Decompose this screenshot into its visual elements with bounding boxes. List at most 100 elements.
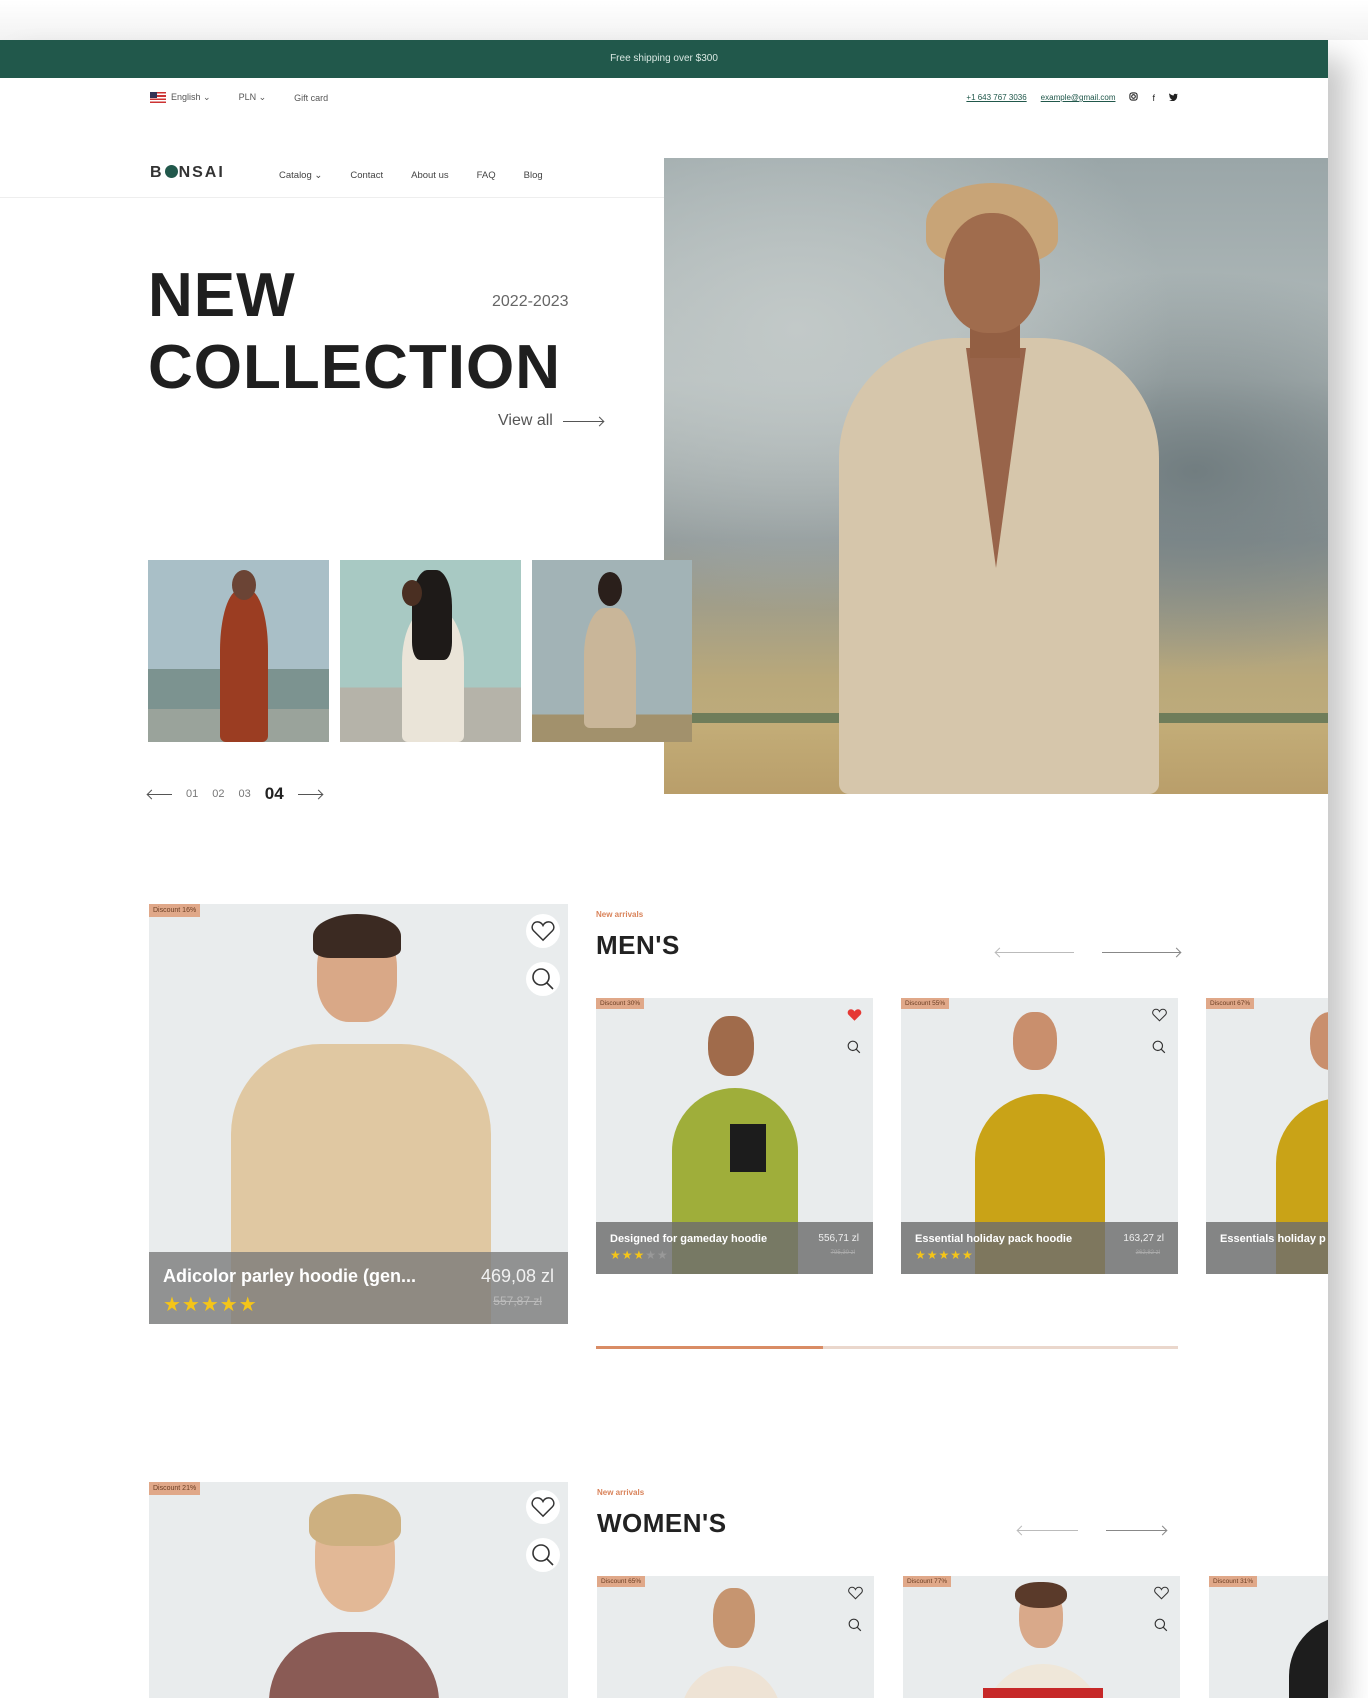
card-1-face bbox=[708, 1016, 754, 1076]
pager-page-4[interactable]: 04 bbox=[265, 784, 284, 804]
womens-prev-arrow-icon[interactable] bbox=[1018, 1530, 1078, 1531]
product-old-price: 795,30 zl bbox=[830, 1250, 855, 1256]
thumb-3-head bbox=[598, 572, 622, 606]
wishlist-heart-icon[interactable] bbox=[1150, 1006, 1168, 1024]
hero-year: 2022-2023 bbox=[492, 293, 569, 310]
quick-view-icon[interactable] bbox=[1152, 1616, 1170, 1634]
womens-next-arrow-icon[interactable] bbox=[1106, 1530, 1166, 1531]
nav-catalog[interactable]: Catalog ⌄ bbox=[279, 170, 322, 181]
hero-pager: 01 02 03 04 bbox=[148, 784, 322, 804]
logo-leaf-icon bbox=[164, 165, 178, 178]
gift-card-link[interactable]: Gift card bbox=[294, 93, 328, 103]
wishlist-heart-icon[interactable] bbox=[526, 914, 560, 948]
phone-link[interactable]: +1 643 767 3036 bbox=[966, 93, 1026, 102]
womens-product-card-1[interactable]: Discount 65% bbox=[597, 1576, 874, 1698]
logo-part-right: NSAI bbox=[178, 164, 225, 181]
instagram-icon[interactable] bbox=[1129, 92, 1139, 103]
product-name[interactable]: Adicolor parley hoodie (gen... bbox=[163, 1266, 453, 1287]
mens-kicker: New arrivals bbox=[596, 910, 644, 919]
top-backdrop bbox=[0, 0, 1368, 40]
quick-view-icon[interactable] bbox=[1150, 1038, 1168, 1056]
womens-feature-jacket bbox=[269, 1632, 439, 1698]
currency-selector[interactable]: PLN ⌄ bbox=[239, 92, 267, 103]
wcard-2-stripe bbox=[983, 1688, 1103, 1698]
wcard-1-face bbox=[713, 1588, 755, 1648]
bonsai-logo[interactable]: B NSAI bbox=[150, 164, 225, 182]
wcard-3-jacket bbox=[1289, 1616, 1328, 1698]
view-all-link[interactable]: View all bbox=[498, 412, 603, 430]
womens-product-card-2[interactable]: Discount 77% bbox=[903, 1576, 1180, 1698]
view-all-label: View all bbox=[498, 412, 553, 429]
mens-next-arrow-icon[interactable] bbox=[1102, 952, 1180, 953]
wishlist-heart-filled-icon[interactable] bbox=[845, 1006, 863, 1024]
mens-title: MEN'S bbox=[596, 930, 680, 960]
language-label: English bbox=[171, 92, 201, 102]
announcement-bar: Free shipping over $300 bbox=[0, 40, 1328, 78]
discount-badge: Discount 67% bbox=[1206, 998, 1255, 1009]
womens-title: WOMEN'S bbox=[597, 1508, 727, 1538]
pager-prev-icon[interactable] bbox=[148, 793, 172, 795]
pager-page-3[interactable]: 03 bbox=[239, 788, 251, 800]
discount-badge: Discount 16% bbox=[149, 904, 201, 917]
product-price: 556,71 zl bbox=[818, 1233, 859, 1244]
product-old-price: 557,87 zl bbox=[493, 1294, 542, 1308]
wcard-1-top bbox=[681, 1666, 781, 1698]
womens-feature-hair bbox=[309, 1494, 401, 1546]
card-3-info: Essentials holiday p bbox=[1206, 1222, 1328, 1274]
thumb-1-figure bbox=[220, 590, 268, 742]
quick-view-icon[interactable] bbox=[845, 1038, 863, 1056]
mens-carousel-progress[interactable] bbox=[596, 1346, 1178, 1349]
discount-badge: Discount 77% bbox=[903, 1576, 952, 1587]
wishlist-heart-icon[interactable] bbox=[1152, 1584, 1170, 1602]
product-name[interactable]: Essential holiday pack hoodie bbox=[915, 1233, 1072, 1245]
hero-image bbox=[664, 158, 1328, 794]
rating-stars: ★★★★★ bbox=[163, 1294, 258, 1316]
pager-page-1[interactable]: 01 bbox=[186, 788, 198, 800]
mens-product-card-1[interactable]: Discount 30% Designed for gameday hoodie… bbox=[596, 998, 873, 1274]
wishlist-heart-icon[interactable] bbox=[846, 1584, 864, 1602]
pager-next-icon[interactable] bbox=[297, 793, 322, 795]
thumb-2-face bbox=[402, 580, 422, 606]
rating-stars: ★★★★★ bbox=[610, 1248, 669, 1262]
womens-feature-card[interactable]: Discount 21% bbox=[149, 1482, 568, 1698]
product-price: 163,27 zl bbox=[1123, 1233, 1164, 1244]
discount-badge: Discount 55% bbox=[901, 998, 950, 1009]
mens-product-card-2[interactable]: Discount 55% Essential holiday pack hood… bbox=[901, 998, 1178, 1274]
twitter-icon[interactable] bbox=[1169, 92, 1178, 103]
wishlist-heart-icon[interactable] bbox=[526, 1490, 560, 1524]
thumb-1-head bbox=[232, 570, 256, 600]
arrow-right-icon bbox=[562, 420, 603, 422]
facebook-icon[interactable]: f bbox=[1152, 93, 1155, 103]
discount-badge: Discount 21% bbox=[149, 1482, 201, 1495]
product-old-price: 362,82 zl bbox=[1135, 1250, 1160, 1256]
card-1-info: Designed for gameday hoodie 556,71 zl ★★… bbox=[596, 1222, 873, 1274]
mens-carousel-progress-fill bbox=[596, 1346, 823, 1349]
language-selector[interactable]: English ⌄ bbox=[150, 92, 211, 104]
nav-catalog-label: Catalog bbox=[279, 170, 312, 181]
mens-feature-card[interactable]: Discount 16% Adicolor parley hoodie (gen… bbox=[149, 904, 568, 1324]
mens-product-card-3[interactable]: Discount 67% Essentials holiday p bbox=[1206, 998, 1328, 1274]
hero-thumbnail-3[interactable] bbox=[532, 560, 692, 742]
product-name[interactable]: Designed for gameday hoodie bbox=[610, 1233, 767, 1245]
mens-carousel-arrows bbox=[996, 952, 1180, 953]
utility-bar: English ⌄ PLN ⌄ Gift card +1 643 767 303… bbox=[0, 78, 1328, 120]
logo-part-left: B bbox=[150, 164, 164, 181]
email-link[interactable]: example@gmail.com bbox=[1041, 93, 1116, 102]
wcard-2-hair bbox=[1015, 1582, 1067, 1608]
womens-product-card-3[interactable]: Discount 31% bbox=[1209, 1576, 1328, 1698]
quick-view-icon[interactable] bbox=[526, 962, 560, 996]
nav-blog[interactable]: Blog bbox=[524, 170, 543, 181]
nav-faq[interactable]: FAQ bbox=[477, 170, 496, 181]
quick-view-icon[interactable] bbox=[526, 1538, 560, 1572]
nav-about[interactable]: About us bbox=[411, 170, 449, 181]
rating-stars: ★★★★★ bbox=[915, 1248, 974, 1262]
product-price: 469,08 zl bbox=[480, 1266, 554, 1286]
pager-page-2[interactable]: 02 bbox=[212, 788, 224, 800]
mens-prev-arrow-icon[interactable] bbox=[996, 952, 1074, 953]
nav-contact[interactable]: Contact bbox=[350, 170, 383, 181]
quick-view-icon[interactable] bbox=[846, 1616, 864, 1634]
hero-thumbnail-1[interactable] bbox=[148, 560, 329, 742]
product-name[interactable]: Essentials holiday p bbox=[1220, 1233, 1326, 1245]
hero-thumbnail-2[interactable] bbox=[340, 560, 521, 742]
womens-carousel-arrows bbox=[1018, 1530, 1166, 1531]
